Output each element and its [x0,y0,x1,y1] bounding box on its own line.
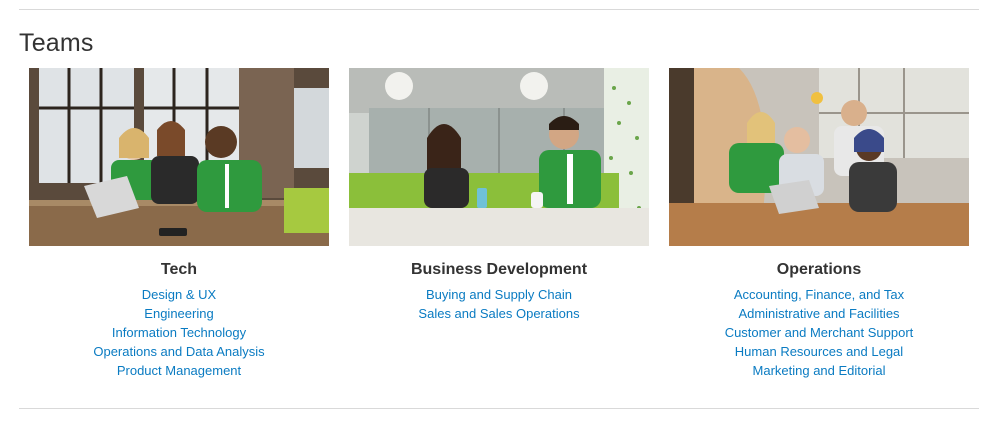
link-marketing-editorial[interactable]: Marketing and Editorial [753,363,886,378]
team-name-operations: Operations [776,261,862,278]
list-item: Sales and Sales Operations [349,304,649,323]
team-links-operations: Accounting, Finance, and Tax Administrat… [669,285,969,380]
list-item: Human Resources and Legal [669,342,969,361]
teams-page: Teams Tech Design & UX Engineering Infor… [0,0,1003,422]
link-human-resources-legal[interactable]: Human Resources and Legal [735,344,903,359]
team-links-business-development: Buying and Supply Chain Sales and Sales … [349,285,649,323]
team-business-development-photo[interactable] [349,68,649,246]
team-card-tech: Tech Design & UX Engineering Information… [29,68,329,380]
list-item: Product Management [29,361,329,380]
list-item: Information Technology [29,323,329,342]
link-customer-merchant-support[interactable]: Customer and Merchant Support [725,325,914,340]
team-name-tech: Tech [160,261,198,278]
link-engineering[interactable]: Engineering [144,306,213,321]
team-business-development-image [349,68,649,246]
link-operations-data-analysis[interactable]: Operations and Data Analysis [93,344,264,359]
link-design-ux[interactable]: Design & UX [142,287,216,302]
team-operations-photo[interactable] [669,68,969,246]
list-item: Operations and Data Analysis [29,342,329,361]
list-item: Engineering [29,304,329,323]
team-name-business-development: Business Development [410,261,588,278]
link-administrative-facilities[interactable]: Administrative and Facilities [738,306,899,321]
team-tech-image [29,68,329,246]
list-item: Accounting, Finance, and Tax [669,285,969,304]
list-item: Design & UX [29,285,329,304]
list-item: Buying and Supply Chain [349,285,649,304]
section-title: Teams [19,29,94,57]
team-operations-image [669,68,969,246]
team-card-operations: Operations Accounting, Finance, and Tax … [669,68,969,380]
bottom-divider [19,408,979,409]
link-information-technology[interactable]: Information Technology [112,325,246,340]
list-item: Marketing and Editorial [669,361,969,380]
team-links-tech: Design & UX Engineering Information Tech… [29,285,329,380]
link-accounting-finance-tax[interactable]: Accounting, Finance, and Tax [734,287,904,302]
link-product-management[interactable]: Product Management [117,363,241,378]
list-item: Administrative and Facilities [669,304,969,323]
team-tech-photo[interactable] [29,68,329,246]
link-sales-operations[interactable]: Sales and Sales Operations [418,306,579,321]
link-buying-supply-chain[interactable]: Buying and Supply Chain [426,287,572,302]
team-card-business-development: Business Development Buying and Supply C… [349,68,649,323]
top-divider [19,9,979,10]
list-item: Customer and Merchant Support [669,323,969,342]
